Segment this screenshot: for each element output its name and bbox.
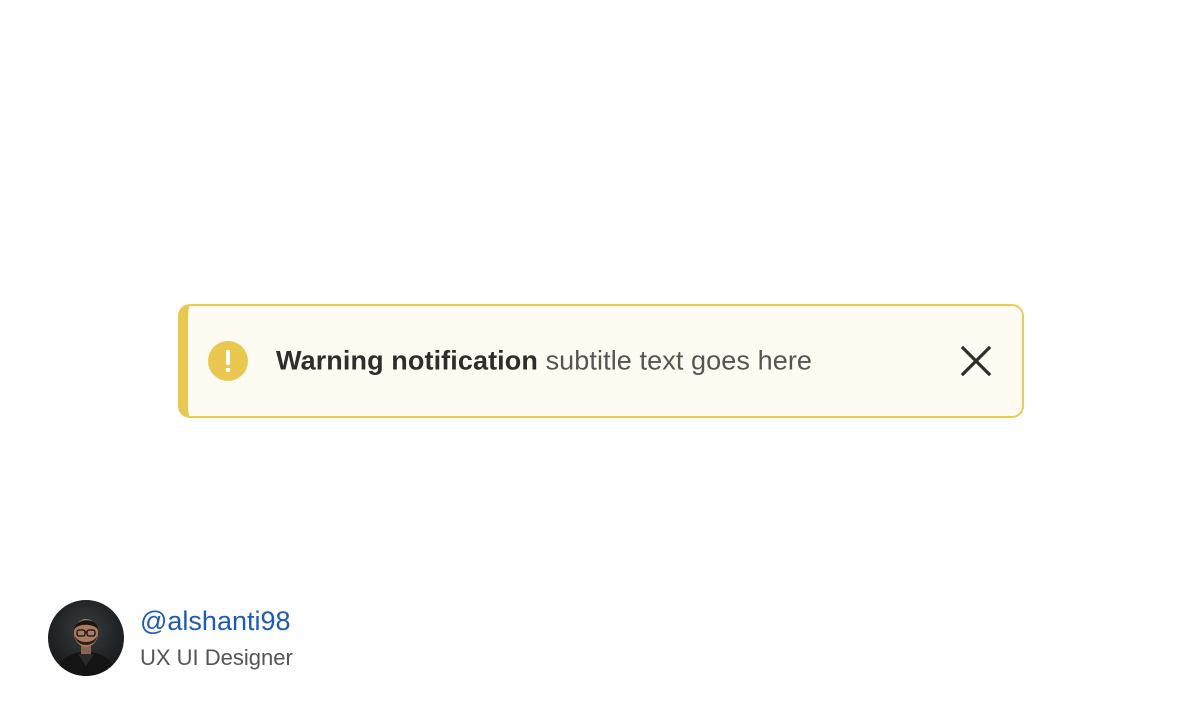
author-card: @alshanti98 UX UI Designer bbox=[48, 600, 293, 676]
exclamation-icon bbox=[208, 341, 248, 381]
notification-title: Warning notification bbox=[276, 345, 538, 376]
avatar[interactable] bbox=[48, 600, 124, 676]
close-button[interactable] bbox=[958, 343, 994, 379]
close-icon bbox=[960, 345, 992, 377]
author-role: UX UI Designer bbox=[140, 645, 293, 670]
notification-message: Warning notification subtitle text goes … bbox=[276, 346, 812, 377]
author-handle-link[interactable]: @alshanti98 bbox=[140, 604, 293, 638]
notification-subtitle: subtitle text goes here bbox=[545, 345, 813, 376]
warning-notification: Warning notification subtitle text goes … bbox=[178, 304, 1024, 418]
